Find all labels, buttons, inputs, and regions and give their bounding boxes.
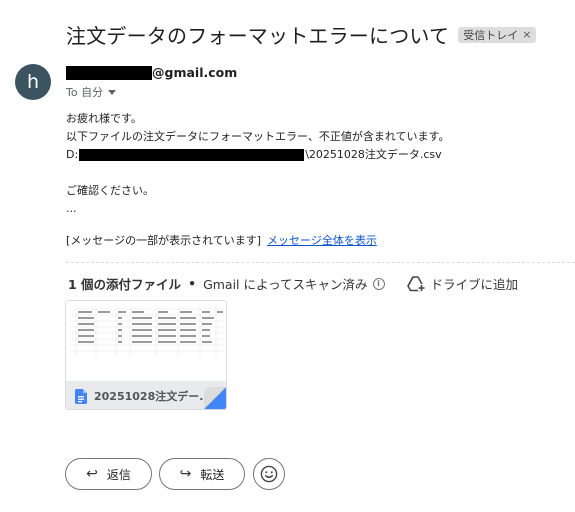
scan-status: Gmail によってスキャン済み bbox=[203, 277, 368, 292]
body-line-greeting: お疲れ様です。 bbox=[66, 112, 142, 125]
view-entire-message-link[interactable]: メッセージ全体を表示 bbox=[267, 234, 377, 247]
forward-label: 転送 bbox=[200, 467, 225, 482]
info-icon[interactable]: i bbox=[372, 277, 385, 290]
message-actions: ↩ 返信 ↪ 転送 bbox=[65, 458, 285, 490]
redacted-path bbox=[79, 149, 305, 161]
recipient-row[interactable]: To 自分 bbox=[66, 84, 117, 100]
attachment-footer: 20251028注文デー... bbox=[66, 381, 226, 409]
spreadsheet-preview bbox=[70, 305, 224, 357]
redacted-sender-name bbox=[66, 65, 152, 80]
attachment-file-name: 20251028注文デー... bbox=[94, 390, 212, 403]
forward-arrow-icon: ↪ bbox=[179, 466, 192, 482]
attachment-count: 1 個の添付ファイル bbox=[68, 277, 182, 292]
path-suffix: \20251028注文データ.csv bbox=[305, 148, 442, 161]
recipient-details-dropdown-icon[interactable] bbox=[108, 89, 117, 95]
clipped-message-notice: [メッセージの一部が表示されています] メッセージ全体を表示 bbox=[66, 232, 377, 248]
body-line-request: ご確認ください。 bbox=[66, 184, 154, 197]
clipped-notice-text: [メッセージの一部が表示されています] bbox=[66, 234, 262, 247]
body-line-error-notice: 以下ファイルの注文データにフォーマットエラー、不正値が含まれています。 bbox=[66, 130, 450, 143]
path-prefix: D: bbox=[66, 148, 79, 161]
drive-add-icon bbox=[406, 275, 425, 291]
attachment-divider bbox=[66, 262, 575, 263]
email-subject: 注文データのフォーマットエラーについて bbox=[66, 24, 450, 48]
smiley-icon bbox=[260, 465, 278, 483]
add-all-to-drive-button[interactable]: ドライブに追加 bbox=[406, 274, 519, 293]
emoji-reaction-button[interactable] bbox=[253, 458, 285, 490]
google-sheets-file-icon bbox=[75, 388, 87, 404]
reply-arrow-icon: ↩ bbox=[86, 466, 98, 482]
drive-button-label: ドライブに追加 bbox=[430, 277, 519, 292]
attachment-card[interactable]: 20251028注文デー... bbox=[65, 300, 227, 410]
body-line-file-path: D: \20251028注文データ.csv bbox=[66, 146, 449, 164]
inbox-label-text: 受信トレイ bbox=[463, 28, 519, 42]
sender-avatar[interactable]: h bbox=[15, 64, 51, 100]
reply-label: 返信 bbox=[106, 467, 131, 482]
body-line-ellipsis: ... bbox=[66, 202, 77, 215]
subject-row: 注文データのフォーマットエラーについて 受信トレイ × bbox=[66, 20, 537, 49]
inbox-label-chip[interactable]: 受信トレイ × bbox=[458, 26, 537, 43]
sender-email-domain[interactable]: @gmail.com bbox=[152, 65, 237, 80]
recipient-text: To 自分 bbox=[66, 86, 104, 99]
separator-dot: • bbox=[188, 276, 197, 291]
file-corner-fold-icon bbox=[204, 387, 226, 409]
attachment-thumbnail bbox=[66, 301, 226, 381]
email-body: お疲れ様です。 以下ファイルの注文データにフォーマットエラー、不正値が含まれてい… bbox=[66, 110, 449, 218]
attachments-header: 1 個の添付ファイル • Gmail によってスキャン済み i ドライブに追加 bbox=[68, 274, 518, 293]
reply-button[interactable]: ↩ 返信 bbox=[65, 458, 152, 490]
forward-button[interactable]: ↪ 転送 bbox=[159, 458, 245, 490]
sender-row: @gmail.com bbox=[66, 65, 237, 80]
remove-label-icon[interactable]: × bbox=[522, 28, 531, 41]
